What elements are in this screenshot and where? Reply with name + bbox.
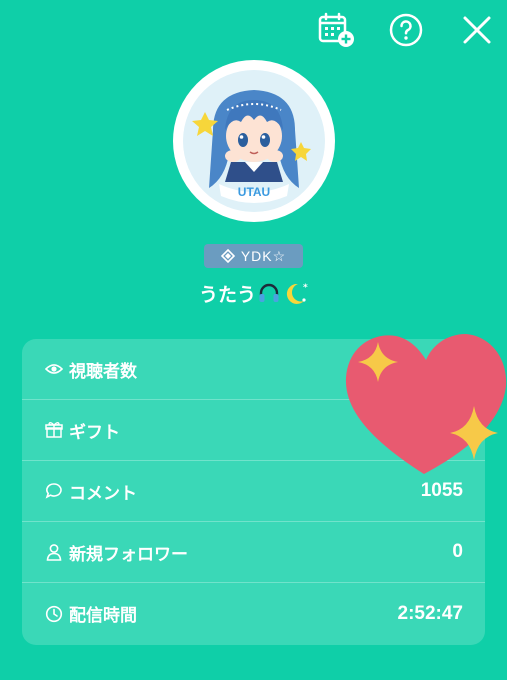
gift-icon	[45, 421, 63, 439]
avatar-logo-text: UTAU	[238, 185, 270, 199]
help-button[interactable]	[386, 10, 426, 50]
avatar-image: UTAU	[183, 70, 325, 212]
calendar-add-icon	[318, 12, 354, 47]
moon-icon	[286, 283, 304, 304]
stats-card: 視聴者数 ギフト コメント 1055 新規フォロワー 0 配信時間 2:52:4…	[22, 339, 485, 645]
stats-label-viewers: 視聴者数	[69, 361, 137, 382]
diamond-icon	[220, 249, 235, 263]
username: うたう *	[0, 280, 507, 310]
stats-value-followers: 0	[452, 541, 463, 562]
stats-row-duration: 配信時間 2:52:47	[22, 583, 485, 644]
calendar-add-button[interactable]	[316, 10, 356, 50]
eye-icon	[45, 360, 63, 378]
close-button[interactable]	[457, 10, 497, 50]
avatar[interactable]: UTAU	[173, 60, 335, 222]
comment-icon	[45, 482, 63, 500]
stats-row-comments: コメント 1055	[22, 461, 485, 522]
level-badge: YDK☆	[204, 244, 303, 268]
username-emoji-decor: *	[258, 281, 308, 310]
stats-label-comments: コメント	[69, 483, 137, 504]
clock-icon	[45, 605, 63, 623]
stats-label-followers: 新規フォロワー	[69, 544, 188, 565]
stats-value-comments: 1055	[420, 480, 463, 501]
badge-label: YDK☆	[240, 247, 287, 264]
stats-value-duration: 2:52:47	[397, 602, 464, 624]
person-icon	[45, 543, 63, 561]
help-circle-icon	[389, 13, 423, 47]
stats-label-duration: 配信時間	[69, 606, 137, 626]
stats-row-followers: 新規フォロワー 0	[22, 522, 485, 583]
username-text: うたう	[198, 284, 256, 306]
stats-row-viewers: 視聴者数	[22, 339, 485, 400]
close-icon	[463, 16, 491, 44]
svg-text:*: *	[303, 283, 308, 293]
stats-row-gifts: ギフト	[22, 400, 485, 461]
stats-label-gifts: ギフト	[69, 422, 120, 443]
